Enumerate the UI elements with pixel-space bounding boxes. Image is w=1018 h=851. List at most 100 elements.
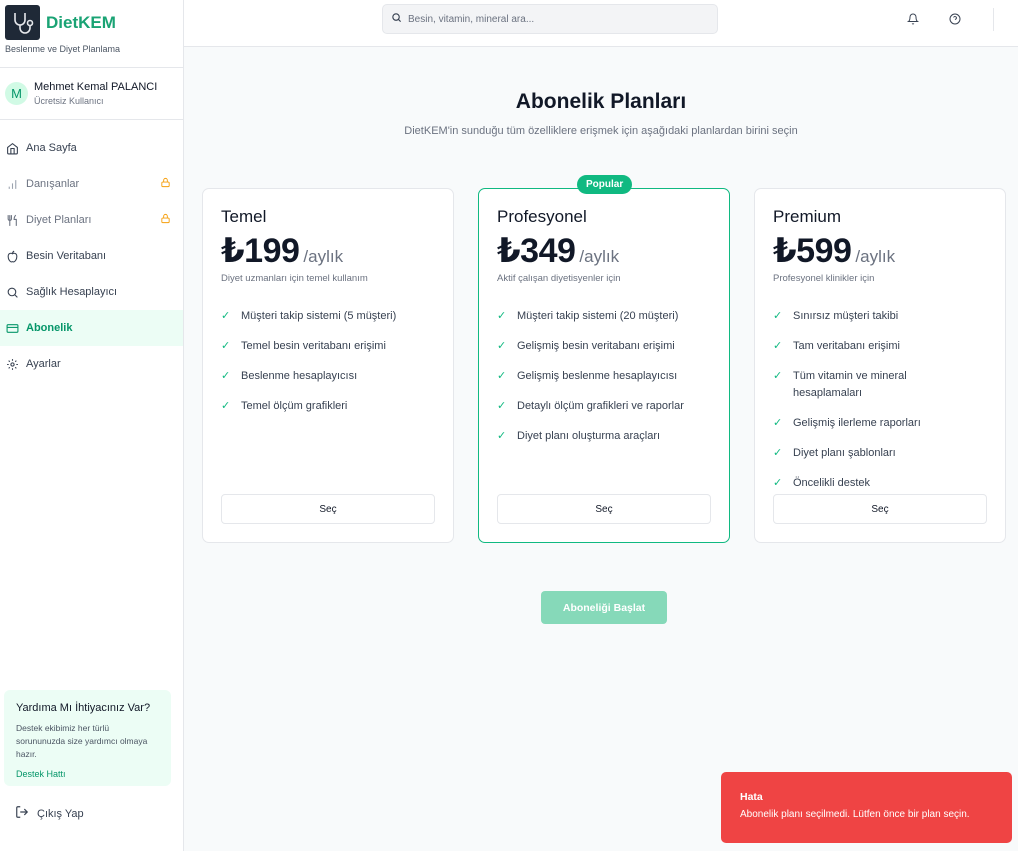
plan-card-basic: Temel ₺199 /aylık Diyet uzmanları için t…	[202, 188, 454, 543]
brand-name[interactable]: DietKEM	[46, 13, 116, 33]
plan-description: Profesyonel klinikler için	[773, 273, 875, 284]
sidebar-item-label: Diyet Planları	[26, 214, 92, 226]
check-icon: ✓	[773, 417, 783, 429]
sidebar-item-food-database[interactable]: Besin Veritabanı	[0, 238, 183, 274]
check-icon: ✓	[773, 447, 783, 459]
home-icon	[5, 141, 19, 155]
check-icon: ✓	[497, 340, 507, 352]
search-box[interactable]	[382, 4, 718, 34]
feature-item: ✓ Tam veritabanı erişimi	[773, 338, 987, 355]
help-circle-icon[interactable]	[948, 12, 962, 26]
feature-item: ✓ Gelişmiş beslenme hesaplayıcısı	[497, 368, 711, 385]
sidebar-item-settings[interactable]: Ayarlar	[0, 346, 183, 382]
credit-card-icon	[5, 321, 19, 335]
select-plan-button[interactable]: Seç	[497, 494, 711, 524]
gear-icon	[5, 357, 19, 371]
feature-item: ✓ Diyet planı şablonları	[773, 445, 987, 462]
feature-list: ✓ Müşteri takip sistemi (5 müşteri) ✓ Teme…	[221, 308, 435, 415]
check-icon: ✓	[221, 310, 231, 322]
apple-icon	[5, 249, 19, 263]
feature-item: ✓ Diyet planı oluşturma araçları	[497, 428, 711, 445]
feature-item: ✓ Beslenme hesaplayıcısı	[221, 368, 435, 385]
feature-item: ✓ Gelişmiş ilerleme raporları	[773, 415, 987, 432]
feature-list: ✓ Sınırsız müşteri takibi ✓ Tam veritabanı…	[773, 308, 987, 492]
user-profile[interactable]: M Mehmet Kemal PALANCI Ücretsiz Kullanıc…	[0, 68, 183, 120]
sidebar-item-label: Ana Sayfa	[26, 142, 77, 154]
logout-icon	[15, 805, 29, 822]
plan-name: Premium	[773, 207, 842, 226]
support-link[interactable]: Destek Hattı	[16, 769, 159, 779]
search-icon	[391, 10, 402, 28]
sidebar-item-diet-plans[interactable]: Diyet Planları	[0, 202, 183, 238]
sidebar-item-health-calculator[interactable]: Sağlık Hesaplayıcı	[0, 274, 183, 310]
plan-period: /aylık	[303, 247, 344, 266]
price-row: ₺599 /aylık	[773, 231, 987, 271]
sidebar-item-clients[interactable]: Danışanlar	[0, 166, 183, 202]
brand: DietKEM Beslenme ve Diyet Planlama	[0, 0, 183, 68]
check-icon: ✓	[221, 370, 231, 382]
plan-description: Aktif çalışan diyetisyenler için	[497, 273, 621, 284]
check-icon: ✓	[773, 370, 783, 382]
toast-message: Abonelik planı seçilmedi. Lütfen önce bi…	[740, 809, 970, 820]
feature-item: ✓ Gelişmiş besin veritabanı erişimi	[497, 338, 711, 355]
bell-icon[interactable]	[906, 12, 920, 26]
check-icon: ✓	[221, 340, 231, 352]
feature-item: ✓ Temel besin veritabanı erişimi	[221, 338, 435, 355]
plan-period: /aylık	[855, 247, 896, 266]
plan-card-professional: Popular Profesyonel ₺349 /aylık Aktif ça…	[478, 175, 730, 543]
sidebar-item-subscription[interactable]: Abonelik	[0, 310, 183, 346]
stethoscope-logo-icon	[5, 5, 40, 40]
logout-label: Çıkış Yap	[37, 807, 84, 820]
plan-name: Profesyonel	[497, 207, 587, 226]
price-row: ₺199 /aylık	[221, 231, 435, 271]
feature-list: ✓ Müşteri takip sistemi (20 müşteri) ✓ Gel…	[497, 308, 711, 445]
feature-item: ✓ Detaylı ölçüm grafikleri ve raporlar	[497, 398, 711, 415]
check-icon: ✓	[773, 340, 783, 352]
plan-name: Temel	[221, 207, 267, 226]
check-icon: ✓	[497, 430, 507, 442]
search-icon	[5, 285, 19, 299]
sidebar: DietKEM Beslenme ve Diyet Planlama M Meh…	[0, 0, 184, 851]
plan-price: ₺349	[497, 232, 576, 270]
avatar: M	[5, 82, 28, 105]
plan-description: Diyet uzmanları için temel kullanım	[221, 273, 368, 284]
search-input[interactable]	[408, 13, 708, 25]
page-title: Abonelik Planları	[515, 90, 687, 113]
sidebar-item-home[interactable]: Ana Sayfa	[0, 130, 183, 166]
error-toast[interactable]: Hata Abonelik planı seçilmedi. Lütfen ön…	[721, 772, 1012, 843]
select-plan-button[interactable]: Seç	[773, 494, 987, 524]
feature-item: ✓ Öncelikli destek	[773, 475, 987, 492]
sidebar-item-label: Abonelik	[26, 322, 73, 334]
start-subscription-button[interactable]: Aboneliği Başlat	[541, 591, 667, 624]
check-icon: ✓	[221, 400, 231, 412]
feature-item: ✓ Temel ölçüm grafikleri	[221, 398, 435, 415]
help-text: Destek ekibimiz her türlü sorununuzda si…	[16, 723, 148, 759]
check-icon: ✓	[773, 477, 783, 489]
plan-period: /aylık	[579, 247, 620, 266]
brand-subtitle: Beslenme ve Diyet Planlama	[5, 44, 121, 54]
lock-icon	[160, 177, 171, 191]
logout-button[interactable]: Çıkış Yap	[15, 805, 84, 822]
page-subtitle: DietKEM'in sunduğu tüm özelliklere erişm…	[404, 125, 798, 137]
feature-item: ✓ Müşteri takip sistemi (5 müşteri)	[221, 308, 435, 325]
feature-item: ✓ Müşteri takip sistemi (20 müşteri)	[497, 308, 711, 325]
utensils-icon	[5, 213, 19, 227]
help-title: Yardıma Mı İhtiyacınız Var?	[16, 702, 151, 714]
check-icon: ✓	[773, 310, 783, 322]
price-row: ₺349 /aylık	[497, 231, 711, 271]
topbar	[184, 0, 1018, 47]
check-icon: ✓	[497, 370, 507, 382]
sidebar-item-label: Sağlık Hesaplayıcı	[26, 286, 118, 298]
check-icon: ✓	[497, 400, 507, 412]
bar-chart-icon	[5, 177, 19, 191]
help-box: Yardıma Mı İhtiyacınız Var? Destek ekibi…	[4, 690, 171, 786]
user-name: Mehmet Kemal PALANCI	[34, 81, 158, 93]
plan-card-premium: Premium ₺599 /aylık Profesyonel klinikle…	[754, 188, 1006, 543]
toast-title: Hata	[740, 791, 763, 803]
sidebar-item-label: Besin Veritabanı	[26, 250, 107, 262]
sidebar-item-label: Danışanlar	[26, 178, 80, 190]
topbar-divider	[993, 8, 994, 31]
sidebar-nav: Ana Sayfa Danışanlar Diyet Planları Besi…	[0, 120, 183, 382]
select-plan-button[interactable]: Seç	[221, 494, 435, 524]
plan-price: ₺199	[221, 232, 300, 270]
